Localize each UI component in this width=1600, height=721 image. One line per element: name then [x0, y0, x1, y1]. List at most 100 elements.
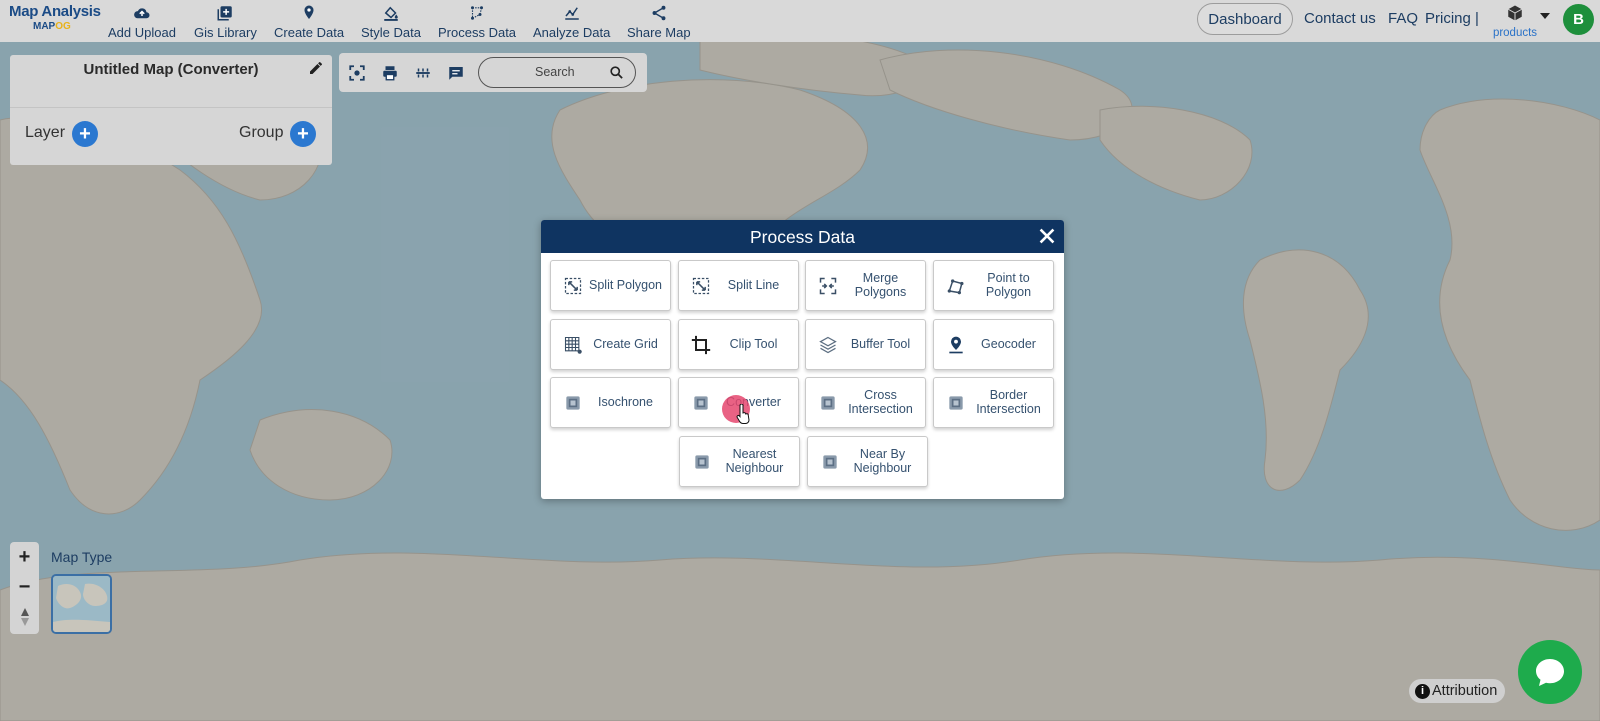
tool-create-grid[interactable]: Create Grid	[550, 319, 671, 370]
close-icon[interactable]	[1036, 225, 1058, 247]
split-line-icon	[692, 277, 710, 295]
nav-add-upload-label: Add Upload	[108, 25, 176, 40]
nav-gis-library-label: Gis Library	[194, 25, 257, 40]
tool-split-polygon[interactable]: Split Polygon	[550, 260, 671, 311]
tool-cross-intersection[interactable]: Cross Intersection	[805, 377, 926, 428]
tool-label: Split Line	[727, 277, 780, 292]
nav-process-data[interactable]: Process Data	[438, 3, 516, 40]
edit-pencil-icon[interactable]	[308, 60, 324, 76]
tool-buffer-tool[interactable]: Buffer Tool	[805, 319, 926, 370]
tool-nearest-neighbour[interactable]: Nearest Neighbour	[679, 436, 800, 487]
tool-geocoder[interactable]: Geocoder	[933, 319, 1054, 370]
faq-link[interactable]: FAQ	[1388, 10, 1418, 27]
crop-icon	[691, 335, 711, 355]
cube-icon	[1508, 5, 1522, 21]
print-icon[interactable]	[381, 64, 399, 82]
modal-title: Process Data	[749, 227, 856, 247]
nav-share-map[interactable]: Share Map	[627, 3, 691, 40]
modal-header: Process Data	[541, 220, 1064, 253]
tool-merge-polygons[interactable]: Merge Polygons	[805, 260, 926, 311]
geocoder-pin-icon	[949, 336, 963, 354]
analyze-chart-icon	[563, 3, 581, 23]
zoom-out-button[interactable]: −	[10, 572, 39, 602]
attribution-button[interactable]: i Attribution	[1409, 679, 1505, 703]
split-polygon-icon	[564, 277, 582, 295]
search-input[interactable]: Search	[478, 57, 636, 88]
nav-add-upload[interactable]: Add Upload	[108, 3, 176, 40]
tool-label: Point to Polygon	[985, 271, 1032, 299]
layer-panel: Untitled Map (Converter) Layer + Group +	[10, 55, 332, 165]
map-title: Untitled Map (Converter)	[83, 61, 259, 78]
tool-label: Clip Tool	[729, 336, 778, 351]
group-label: Group	[239, 124, 284, 141]
products-menu[interactable]: products	[1489, 4, 1541, 39]
nav-create-data-label: Create Data	[274, 25, 345, 40]
compass-icon	[20, 608, 29, 626]
process-data-modal: Process Data Split Polygon Split Line Me…	[541, 220, 1064, 499]
zoom-in-button[interactable]: +	[10, 542, 39, 572]
tool-point-to-polygon[interactable]: Point to Polygon	[933, 260, 1054, 311]
tool-border-intersection[interactable]: Border Intersection	[933, 377, 1054, 428]
nav-analyze-data[interactable]: Analyze Data	[533, 3, 610, 40]
tool-clip-tool[interactable]: Clip Tool	[678, 319, 799, 370]
tool-split-line[interactable]: Split Line	[678, 260, 799, 311]
nearest-neighbour-icon	[695, 455, 709, 469]
search-icon[interactable]	[609, 65, 624, 80]
focus-target-icon[interactable]	[348, 64, 366, 82]
brand-title: Map Analysis	[9, 3, 101, 20]
layer-label: Layer	[25, 124, 66, 141]
products-label: products	[1492, 27, 1538, 39]
chevron-down-icon[interactable]	[1540, 13, 1550, 19]
info-icon: i	[1415, 683, 1430, 699]
tool-label: Buffer Tool	[850, 336, 911, 351]
tool-label: Near By Neighbour	[853, 447, 912, 475]
tool-label: Nearest Neighbour	[725, 447, 784, 475]
layers-icon	[819, 336, 837, 354]
contact-us-link[interactable]: Contact us	[1304, 10, 1376, 27]
isochrone-icon	[566, 396, 580, 410]
map-toolstrip: Search	[339, 53, 647, 92]
search-placeholder: Search	[535, 65, 575, 79]
point-to-polygon-icon	[947, 279, 964, 295]
top-navbar: Map Analysis MAPOG Add Upload Gis Librar…	[0, 0, 1600, 42]
add-layer-button[interactable]: +	[72, 121, 98, 147]
measure-icon[interactable]	[414, 64, 432, 82]
nav-analyze-data-label: Analyze Data	[533, 25, 611, 40]
cloud-upload-icon	[133, 3, 151, 23]
share-icon	[650, 3, 668, 23]
nav-gis-library[interactable]: Gis Library	[194, 3, 257, 40]
compass-reset-button[interactable]	[10, 602, 39, 632]
process-nodes-icon	[468, 3, 486, 23]
map-thumbnail-graphic	[53, 576, 110, 632]
hand-cursor-icon	[736, 404, 750, 424]
library-add-icon	[216, 3, 234, 23]
zoom-control: + −	[10, 542, 39, 634]
tool-label: Geocoder	[981, 336, 1036, 351]
add-group-button[interactable]: +	[290, 121, 316, 147]
map-type-thumbnail[interactable]	[51, 574, 112, 634]
tool-isochrone[interactable]: Isochrone	[550, 377, 671, 428]
nav-share-map-label: Share Map	[627, 25, 691, 40]
nav-style-data[interactable]: Style Data	[361, 3, 421, 40]
tool-label: Isochrone	[598, 394, 653, 409]
tool-label: Border Intersection	[976, 388, 1041, 416]
attribution-label: Attribution	[1432, 683, 1498, 699]
chat-button[interactable]	[1518, 640, 1582, 704]
paint-bucket-icon	[382, 3, 400, 23]
nav-process-data-label: Process Data	[438, 25, 517, 40]
brand-logo[interactable]: Map Analysis MAPOG	[9, 3, 101, 32]
dashboard-button[interactable]: Dashboard	[1197, 3, 1293, 35]
cross-intersection-icon	[821, 396, 835, 410]
border-intersection-icon	[949, 396, 963, 410]
near-by-neighbour-icon	[823, 455, 837, 469]
tool-label: Cross Intersection	[848, 388, 913, 416]
nav-create-data[interactable]: Create Data	[274, 3, 344, 40]
pricing-link[interactable]: Pricing |	[1425, 10, 1479, 27]
tool-label: Split Polygon	[589, 277, 662, 292]
map-type-label: Map Type	[51, 549, 113, 565]
comment-icon[interactable]	[447, 64, 465, 82]
tool-label: Merge Polygons	[854, 271, 907, 299]
user-avatar[interactable]: B	[1563, 4, 1594, 35]
nav-style-data-label: Style Data	[361, 25, 421, 40]
tool-near-by-neighbour[interactable]: Near By Neighbour	[807, 436, 928, 487]
